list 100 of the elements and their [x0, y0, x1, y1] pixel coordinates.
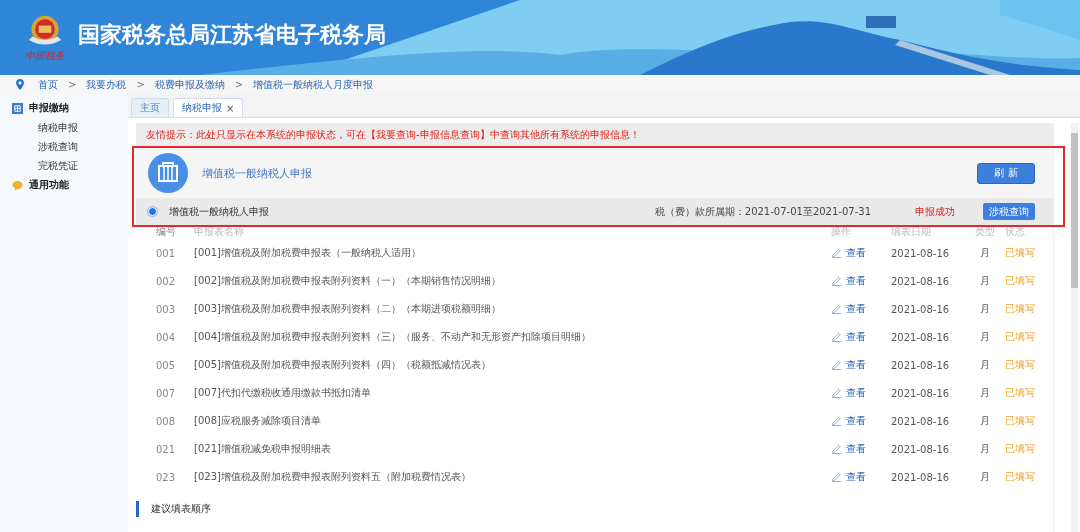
- status-text: 已填写: [1005, 442, 1036, 456]
- view-link[interactable]: 查看: [831, 357, 866, 372]
- tab[interactable]: 主页: [131, 98, 169, 117]
- sidebar-group-label: 申报缴纳: [29, 101, 69, 115]
- table-cell: 月: [965, 407, 1005, 435]
- table-cell: 008: [136, 407, 194, 435]
- column-header: 操作: [831, 225, 891, 239]
- tab[interactable]: 纳税申报 ×: [173, 98, 244, 117]
- view-link[interactable]: 查看: [831, 329, 866, 344]
- table-cell: 001: [136, 239, 194, 267]
- sidebar-item[interactable]: 完税凭证: [0, 156, 128, 175]
- pencil-icon: [831, 471, 842, 483]
- view-link[interactable]: 查看: [831, 245, 866, 260]
- status-text: 已填写: [1005, 274, 1036, 288]
- view-link[interactable]: 查看: [831, 385, 866, 400]
- option-label: 增值税一般纳税人申报: [169, 204, 270, 219]
- pencil-icon: [831, 359, 842, 371]
- table-cell: 004: [136, 323, 194, 351]
- status-text: 已填写: [1005, 414, 1036, 428]
- view-link[interactable]: 查看: [831, 301, 866, 316]
- breadcrumb-link[interactable]: 首页: [38, 77, 58, 92]
- table-cell: 月: [965, 239, 1005, 267]
- pencil-icon: [831, 415, 842, 427]
- view-link[interactable]: 查看: [831, 441, 866, 456]
- breadcrumb-link[interactable]: 我要办税: [86, 77, 127, 92]
- table-cell-text: 2021-08-16: [891, 330, 951, 345]
- notice-text: 友情提示：此处只显示在本系统的申报状态，可在【我要查询-申报信息查询】中查询其他所有系统的申报信息！: [136, 123, 1053, 146]
- status-text: 已填写: [1005, 386, 1036, 400]
- status-text: 已填写: [1005, 246, 1036, 260]
- table-cell: [002]增值税及附加税费申报表附列资料（一）（本期销售情况明细）: [194, 267, 831, 295]
- table-cell: 月: [965, 379, 1005, 407]
- sidebar-group[interactable]: 通用功能: [0, 175, 128, 195]
- sidebar-group[interactable]: 申报缴纳: [0, 98, 128, 118]
- table-cell-text: 2021-08-16: [891, 442, 951, 457]
- table-cell: 023: [136, 463, 194, 491]
- breadcrumb-separator: >: [136, 79, 145, 90]
- table-cell-text: 2021-08-16: [891, 274, 951, 289]
- view-link[interactable]: 查看: [831, 469, 866, 484]
- briefcase-icon: [148, 153, 188, 193]
- table-cell-text: 2021-08-16: [891, 414, 951, 429]
- column-header: 申报表名称: [194, 225, 831, 239]
- status-text: 已填写: [1005, 470, 1036, 484]
- table-cell-text: 2021-08-16: [891, 470, 951, 485]
- declaration-status: 申报成功: [915, 204, 955, 219]
- pencil-icon: [831, 247, 842, 259]
- logo-caption: 中国税务: [25, 48, 65, 63]
- table-cell: [003]增值税及附加税费申报表附列资料（二）（本期进项税额明细）: [194, 295, 831, 323]
- sidebar-item[interactable]: 纳税申报: [0, 118, 128, 137]
- pencil-icon: [831, 443, 842, 455]
- table-cell: [023]增值税及附加税费申报表附列资料五（附加税费情况表）: [194, 463, 831, 491]
- refresh-button[interactable]: 刷 新: [977, 162, 1035, 184]
- table-cell: [004]增值税及附加税费申报表附列资料（三）（服务、不动产和无形资产扣除项目明细）: [194, 323, 831, 351]
- pencil-icon: [831, 331, 842, 343]
- table-cell: 月: [965, 267, 1005, 295]
- view-link[interactable]: 查看: [831, 413, 866, 428]
- table-cell: 005: [136, 351, 194, 379]
- column-header: 编号: [136, 225, 194, 239]
- table-cell: 月: [965, 351, 1005, 379]
- table-cell: [007]代扣代缴税收通用缴款书抵扣清单: [194, 379, 831, 407]
- radio-button[interactable]: [148, 207, 157, 216]
- location-icon: [16, 79, 24, 90]
- table-cell: [005]增值税及附加税费申报表附列资料（四）（税额抵减情况表）: [194, 351, 831, 379]
- pencil-icon: [831, 387, 842, 399]
- table-cell-text: 2021-08-16: [891, 302, 951, 317]
- close-icon[interactable]: ×: [226, 102, 235, 114]
- status-text: 已填写: [1005, 330, 1036, 344]
- grid-icon: [12, 102, 23, 114]
- table-cell: [008]应税服务减除项目清单: [194, 407, 831, 435]
- tax-period: 税（费）款所属期：2021-07-01至2021-07-31: [654, 204, 871, 219]
- section-heading: 建议填表顺序: [151, 502, 211, 516]
- table-cell: 月: [965, 463, 1005, 491]
- breadcrumb-link[interactable]: 税费申报及缴纳: [154, 77, 225, 92]
- scrollbar-thumb[interactable]: [1071, 133, 1078, 288]
- status-text: 已填写: [1005, 358, 1036, 372]
- breadcrumb-link[interactable]: 增值税一般纳税人月度申报: [253, 77, 374, 92]
- breadcrumb-separator: >: [68, 79, 77, 90]
- pencil-icon: [831, 275, 842, 287]
- table-cell: [001]增值税及附加税费申报表（一般纳税人适用）: [194, 239, 831, 267]
- site-title: 国家税务总局江苏省电子税务局: [78, 20, 386, 49]
- table-cell-text: 2021-08-16: [891, 358, 951, 373]
- table-cell: 007: [136, 379, 194, 407]
- chat-icon: [12, 179, 23, 191]
- query-button[interactable]: 涉税查询: [983, 203, 1035, 220]
- status-text: 已填写: [1005, 302, 1036, 316]
- table-cell: 月: [965, 323, 1005, 351]
- table-cell: [021]增值税减免税申报明细表: [194, 435, 831, 463]
- section-marker: [136, 501, 139, 517]
- table-cell: 月: [965, 435, 1005, 463]
- table-cell-text: 2021-08-16: [891, 386, 951, 401]
- view-link[interactable]: 查看: [831, 273, 866, 288]
- breadcrumb-separator: >: [234, 79, 244, 90]
- pencil-icon: [831, 303, 842, 315]
- column-header: 状态: [1005, 225, 1026, 239]
- scrollbar[interactable]: [1071, 123, 1078, 532]
- table-cell: 月: [965, 295, 1005, 323]
- sidebar-item[interactable]: 涉税查询: [0, 137, 128, 156]
- table-cell: 021: [136, 435, 194, 463]
- table-cell-text: 2021-08-16: [891, 246, 951, 261]
- table-cell: 003: [136, 295, 194, 323]
- table-cell: 002: [136, 267, 194, 295]
